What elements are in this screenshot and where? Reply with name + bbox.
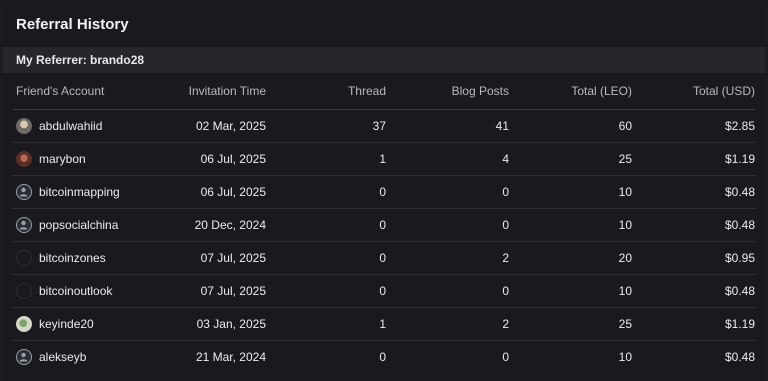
column-header-thread: Thread <box>266 73 386 110</box>
table-row: bitcoinoutlook 07 Jul, 2025 0 0 10 $0.48 <box>13 274 755 308</box>
account-cell[interactable]: keyinde20 <box>16 316 153 332</box>
column-header-invitation-time: Invitation Time <box>153 73 266 110</box>
table-row: bitcoinzones 07 Jul, 2025 0 2 20 $0.95 <box>13 241 755 275</box>
page-title: Referral History <box>16 16 129 33</box>
total-leo: 10 <box>509 274 632 308</box>
my-referrer-bar: My Referrer: brando28 <box>3 47 765 73</box>
table-row: popsocialchina 20 Dec, 2024 0 0 10 $0.48 <box>13 208 755 242</box>
table-header-row: Friend's Account Invitation Time Thread … <box>13 73 755 110</box>
blog-posts-count: 4 <box>386 142 509 176</box>
avatar <box>16 118 32 134</box>
total-usd: $0.48 <box>632 208 755 242</box>
thread-count: 0 <box>266 175 386 209</box>
invitation-time: 20 Dec, 2024 <box>153 208 266 242</box>
table-row: alekseyb 21 Mar, 2024 0 0 10 $0.48 <box>13 341 755 374</box>
blog-posts-count: 2 <box>386 241 509 275</box>
total-leo: 25 <box>509 307 632 341</box>
table-row: abdulwahiid 02 Mar, 2025 37 41 60 $2.85 <box>13 109 755 143</box>
total-usd: $1.19 <box>632 142 755 176</box>
account-name[interactable]: bitcoinmapping <box>39 185 120 199</box>
default-user-icon <box>16 349 32 365</box>
avatar <box>16 151 32 167</box>
account-name[interactable]: marybon <box>39 152 86 166</box>
invitation-time: 06 Jul, 2025 <box>153 142 266 176</box>
total-usd: $0.48 <box>632 175 755 209</box>
total-usd: $0.48 <box>724 350 755 364</box>
thread-count: 1 <box>266 142 386 176</box>
thread-count: 0 <box>379 350 386 364</box>
account-name[interactable]: abdulwahiid <box>39 119 102 133</box>
total-leo: 25 <box>509 142 632 176</box>
table-row: keyinde20 03 Jan, 2025 1 2 25 $1.19 <box>13 307 755 341</box>
total-usd: $2.85 <box>632 109 755 143</box>
invitation-time: 06 Jul, 2025 <box>153 175 266 209</box>
total-usd: $0.48 <box>632 274 755 308</box>
column-header-total-leo: Total (LEO) <box>509 73 632 110</box>
total-leo: 10 <box>509 208 632 242</box>
thread-count: 1 <box>266 307 386 341</box>
column-header-blog-posts: Blog Posts <box>386 73 509 110</box>
thread-count: 37 <box>266 109 386 143</box>
blog-posts-count: 41 <box>386 109 509 143</box>
account-name[interactable]: bitcoinzones <box>39 251 106 265</box>
account-cell[interactable]: marybon <box>16 151 153 167</box>
default-user-icon <box>16 217 32 233</box>
thread-count: 0 <box>266 208 386 242</box>
referral-history-panel: Referral History My Referrer: brando28 F… <box>3 3 765 381</box>
account-name[interactable]: alekseyb <box>39 350 86 364</box>
account-name[interactable]: keyinde20 <box>39 317 94 331</box>
blog-posts-count: 0 <box>386 274 509 308</box>
total-leo: 10 <box>618 350 632 364</box>
account-name[interactable]: bitcoinoutlook <box>39 284 112 298</box>
account-name[interactable]: popsocialchina <box>39 218 118 232</box>
column-header-friends-account: Friend's Account <box>13 73 153 110</box>
account-cell[interactable]: bitcoinmapping <box>16 184 153 200</box>
avatar <box>16 283 32 299</box>
total-usd: $0.95 <box>632 241 755 275</box>
avatar <box>16 316 32 332</box>
blog-posts-count: 0 <box>386 175 509 209</box>
blog-posts-count: 0 <box>386 208 509 242</box>
thread-count: 0 <box>266 241 386 275</box>
total-leo: 60 <box>509 109 632 143</box>
referral-table: Friend's Account Invitation Time Thread … <box>13 73 755 373</box>
total-leo: 10 <box>509 175 632 209</box>
invitation-time: 03 Jan, 2025 <box>153 307 266 341</box>
avatar <box>16 250 32 266</box>
table-row: bitcoinmapping 06 Jul, 2025 0 0 10 $0.48 <box>13 175 755 209</box>
column-header-total-usd: Total (USD) <box>632 73 755 110</box>
table-row: marybon 06 Jul, 2025 1 4 25 $1.19 <box>13 142 755 176</box>
invitation-time: 07 Jul, 2025 <box>153 241 266 275</box>
thread-count: 0 <box>266 274 386 308</box>
account-cell[interactable]: bitcoinoutlook <box>16 283 153 299</box>
blog-posts-count: 2 <box>386 307 509 341</box>
total-leo: 20 <box>509 241 632 275</box>
invitation-time: 21 Mar, 2024 <box>195 350 266 364</box>
blog-posts-count: 0 <box>502 350 509 364</box>
account-cell[interactable]: bitcoinzones <box>16 250 153 266</box>
invitation-time: 07 Jul, 2025 <box>153 274 266 308</box>
account-cell[interactable]: alekseyb <box>16 349 153 365</box>
invitation-time: 02 Mar, 2025 <box>153 109 266 143</box>
total-usd: $1.19 <box>632 307 755 341</box>
account-cell[interactable]: popsocialchina <box>16 217 153 233</box>
account-cell[interactable]: abdulwahiid <box>16 118 153 134</box>
default-user-icon <box>16 184 32 200</box>
